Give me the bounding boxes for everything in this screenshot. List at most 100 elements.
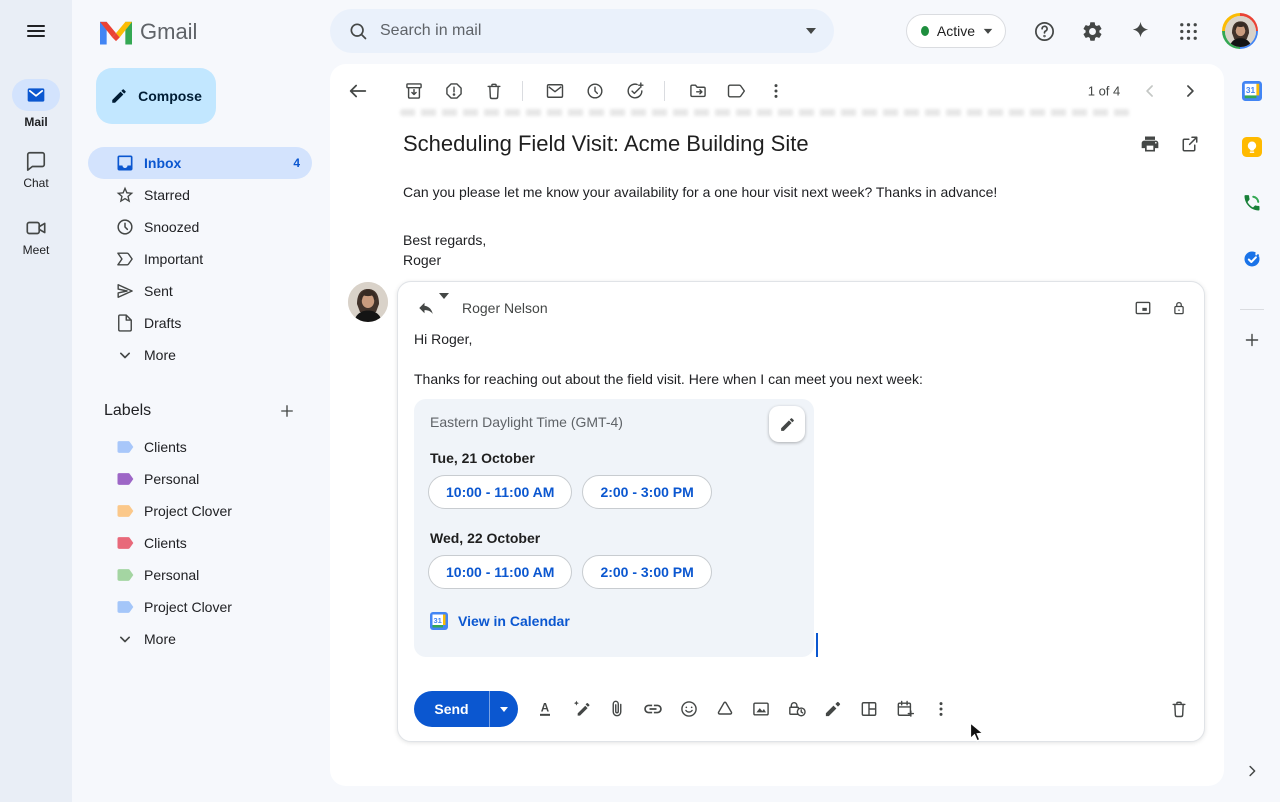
sidebar-item-snoozed[interactable]: Snoozed: [88, 211, 312, 243]
sidebar-item-label: Snoozed: [144, 219, 300, 235]
compose-button[interactable]: Compose: [96, 68, 216, 124]
calendar-panel-button[interactable]: 31: [1242, 81, 1262, 101]
confidential-mode-button[interactable]: [787, 699, 808, 720]
labels-button[interactable]: [726, 81, 746, 101]
delete-button[interactable]: [484, 81, 504, 101]
archive-button[interactable]: [404, 81, 424, 101]
time-slot-chip[interactable]: 10:00 - 11:00 AM: [428, 555, 572, 589]
hide-side-panel-button[interactable]: [1243, 762, 1261, 780]
voice-panel-button[interactable]: [1242, 193, 1262, 213]
gemini-sparkle-button[interactable]: [1128, 19, 1152, 43]
add-to-tasks-button[interactable]: [625, 81, 645, 101]
labels-header: Labels: [72, 395, 330, 427]
pop-out-reply-button[interactable]: [1134, 299, 1153, 318]
label-item-clients-1[interactable]: Clients: [88, 431, 312, 463]
reply-greeting: Hi Roger,: [414, 331, 472, 347]
label-tag-icon: [115, 597, 135, 617]
sidebar-item-more[interactable]: More: [88, 339, 312, 371]
rail-item-mail[interactable]: Mail: [0, 79, 72, 129]
send-button[interactable]: Send: [414, 691, 490, 727]
reply-recipient[interactable]: Roger Nelson: [462, 300, 548, 316]
more-options-button[interactable]: [766, 81, 786, 101]
formatting-options-button[interactable]: A: [535, 699, 555, 719]
availability-day: Tue, 21 October: [430, 450, 535, 466]
label-tag-icon: [115, 565, 135, 585]
sidebar-item-starred[interactable]: Starred: [88, 179, 312, 211]
search-input[interactable]: [380, 22, 806, 40]
rail-item-chat[interactable]: Chat: [0, 150, 72, 190]
reply-compose-card: Roger Nelson Hi Roger, Thanks for reachi…: [397, 281, 1205, 742]
send-options-button[interactable]: [490, 691, 518, 727]
reply-type-button[interactable]: [417, 299, 435, 317]
older-email-button[interactable]: [1180, 81, 1200, 101]
add-label-button[interactable]: [278, 402, 296, 420]
compose-label: Compose: [138, 88, 202, 104]
edit-availability-button[interactable]: [769, 406, 805, 442]
mail-pill[interactable]: [12, 79, 60, 111]
sidebar-item-drafts[interactable]: Drafts: [88, 307, 312, 339]
search-options-caret-icon[interactable]: [806, 28, 816, 39]
profile-avatar[interactable]: [1222, 13, 1258, 49]
time-slot-chip[interactable]: 10:00 - 11:00 AM: [428, 475, 572, 509]
hamburger-menu-button[interactable]: [24, 19, 48, 43]
label-item-project-clover-2[interactable]: Project Clover: [88, 591, 312, 623]
label-tag-icon: [115, 469, 135, 489]
tasks-panel-button[interactable]: [1242, 249, 1262, 269]
apps-grid-button[interactable]: [1176, 19, 1200, 43]
insert-link-button[interactable]: [643, 699, 664, 720]
toolbar-divider: [522, 81, 523, 101]
send-button-group[interactable]: Send: [414, 691, 518, 727]
label-item-clients-2[interactable]: Clients: [88, 527, 312, 559]
keep-panel-button[interactable]: [1242, 137, 1262, 157]
discard-draft-button[interactable]: [1169, 699, 1189, 719]
sidebar-item-label: Important: [144, 251, 300, 267]
propose-meeting-time-button[interactable]: [895, 699, 915, 719]
status-selector[interactable]: Active: [906, 14, 1006, 48]
get-addons-button[interactable]: [1243, 331, 1262, 350]
label-item-project-clover-1[interactable]: Project Clover: [88, 495, 312, 527]
toolbar-divider: [664, 81, 665, 101]
message-pane: 1 of 4 Scheduling Field Visit: Acme Buil…: [330, 64, 1224, 786]
mark-unread-button[interactable]: [545, 81, 565, 101]
settings-button[interactable]: [1080, 19, 1104, 43]
sidebar-item-label: Starred: [144, 187, 300, 203]
time-slot-chip[interactable]: 2:00 - 3:00 PM: [582, 475, 711, 509]
label-item-personal-1[interactable]: Personal: [88, 463, 312, 495]
report-spam-button[interactable]: [444, 81, 464, 101]
sidebar-nav: Inbox 4 Starred Snoozed Important Sent: [88, 147, 312, 371]
reply-header: Roger Nelson: [398, 294, 1204, 322]
layouts-button[interactable]: [859, 699, 879, 719]
insert-signature-button[interactable]: [824, 700, 843, 719]
more-send-options-button[interactable]: [931, 699, 951, 719]
help-button[interactable]: [1032, 19, 1056, 43]
newer-email-button[interactable]: [1140, 81, 1160, 101]
email-subject: Scheduling Field Visit: Acme Building Si…: [403, 131, 809, 157]
insert-emoji-button[interactable]: [679, 699, 699, 719]
attach-file-button[interactable]: [607, 699, 627, 719]
label-item-name: Clients: [144, 535, 300, 551]
search-bar[interactable]: [330, 9, 834, 53]
reply-type-caret-icon[interactable]: [439, 299, 449, 317]
move-to-button[interactable]: [688, 81, 708, 101]
rail-label-mail: Mail: [24, 115, 47, 129]
help-me-write-button[interactable]: [571, 699, 591, 719]
back-button[interactable]: [347, 80, 369, 102]
panel-divider: [1240, 309, 1264, 310]
rail-item-meet[interactable]: Meet: [0, 217, 72, 257]
time-slot-chip[interactable]: 2:00 - 3:00 PM: [582, 555, 711, 589]
view-in-calendar-link[interactable]: 31 View in Calendar: [430, 612, 570, 630]
labels-item-more[interactable]: More: [88, 623, 312, 655]
open-in-new-button[interactable]: [1181, 135, 1200, 154]
sidebar-item-inbox[interactable]: Inbox 4: [88, 147, 312, 179]
view-in-calendar-label: View in Calendar: [458, 613, 570, 629]
insert-photo-button[interactable]: [751, 699, 771, 719]
snooze-button[interactable]: [585, 81, 605, 101]
clock-icon: [115, 217, 135, 237]
sidebar-item-sent[interactable]: Sent: [88, 275, 312, 307]
insert-from-drive-button[interactable]: [715, 699, 735, 719]
label-item-personal-2[interactable]: Personal: [88, 559, 312, 591]
print-button[interactable]: [1140, 134, 1160, 154]
search-icon[interactable]: [348, 21, 368, 41]
lock-icon[interactable]: [1170, 299, 1188, 317]
sidebar-item-important[interactable]: Important: [88, 243, 312, 275]
